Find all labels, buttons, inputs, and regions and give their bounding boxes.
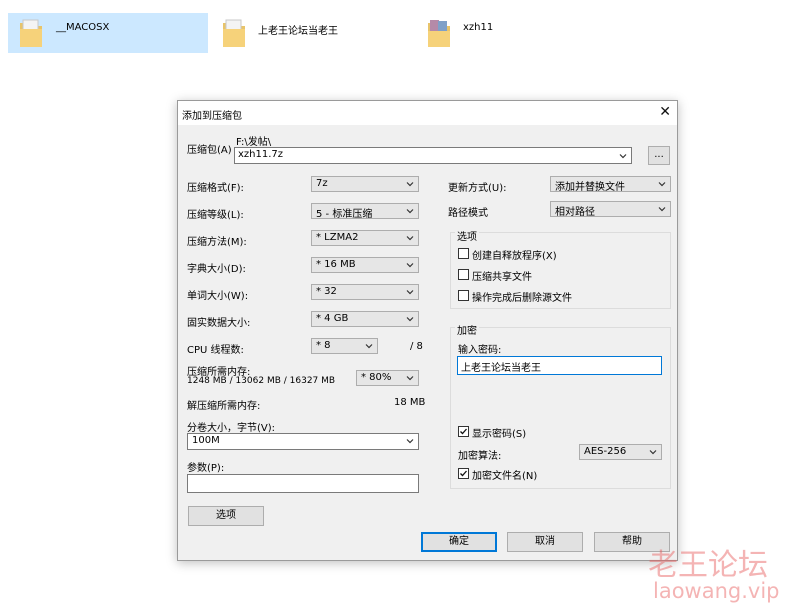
dict-select[interactable]: * 16 MB: [311, 257, 419, 273]
sfx-checkbox[interactable]: [458, 248, 469, 259]
watermark-url: laowang.vip: [653, 579, 780, 603]
chevron-down-icon: [406, 263, 414, 268]
level-label: 压缩等级(L):: [187, 210, 244, 221]
encryption-method-label: 加密算法:: [458, 451, 502, 462]
sfx-label: 创建自释放程序(X): [472, 251, 557, 262]
params-input[interactable]: [187, 474, 419, 493]
volume-combo[interactable]: 100M: [187, 433, 419, 450]
dict-value: * 16 MB: [316, 259, 356, 270]
format-value: 7z: [316, 178, 328, 189]
folder-icon: [223, 19, 245, 47]
cpu-label: CPU 线程数:: [187, 345, 244, 356]
encryption-method-select[interactable]: AES-256: [579, 444, 662, 460]
dialog-titlebar: 添加到压缩包 ✕: [178, 101, 677, 125]
archive-filename-combo[interactable]: xzh11.7z: [234, 147, 632, 164]
folder-with-images-icon: [428, 20, 450, 47]
cancel-button[interactable]: 取消: [507, 532, 583, 552]
volume-value: 100M: [192, 435, 220, 446]
cpu-select[interactable]: * 8: [311, 338, 378, 354]
level-value: 5 - 标准压缩: [316, 209, 373, 220]
method-select[interactable]: * LZMA2: [311, 230, 419, 246]
dict-label: 字典大小(D):: [187, 264, 246, 275]
method-label: 压缩方法(M):: [187, 237, 247, 248]
file-item-xzh11[interactable]: xzh11: [420, 13, 600, 53]
chevron-down-icon: [406, 236, 414, 241]
checkmark-icon: [460, 470, 467, 477]
update-label: 更新方式(U):: [448, 183, 507, 194]
shared-label: 压缩共享文件: [472, 272, 532, 283]
chevron-down-icon: [406, 182, 414, 187]
chevron-down-icon: [406, 376, 414, 381]
dialog-title: 添加到压缩包: [182, 111, 242, 122]
chevron-down-icon: [406, 209, 414, 214]
chevron-down-icon: [658, 182, 666, 187]
method-value: * LZMA2: [316, 232, 359, 243]
word-label: 单词大小(W):: [187, 291, 249, 302]
archive-label: 压缩包(A): [187, 145, 232, 156]
update-value: 添加并替换文件: [555, 182, 625, 193]
file-name: __MACOSX: [56, 22, 110, 33]
checkmark-icon: [460, 428, 467, 435]
chevron-down-icon: [406, 439, 414, 444]
path-mode-value: 相对路径: [555, 207, 595, 218]
word-select[interactable]: * 32: [311, 284, 419, 300]
password-input[interactable]: 上老王论坛当老王: [457, 356, 662, 375]
format-label: 压缩格式(F):: [187, 183, 244, 194]
show-password-label: 显示密码(S): [472, 429, 527, 440]
encryption-method-value: AES-256: [584, 446, 627, 457]
chevron-down-icon: [658, 207, 666, 212]
delete-label: 操作完成后删除源文件: [472, 293, 572, 304]
add-to-archive-dialog: 添加到压缩包 ✕ 压缩包(A) F:\发帖\ xzh11.7z ... 压缩格式…: [177, 100, 678, 561]
chevron-down-icon: [619, 154, 627, 159]
volume-label: 分卷大小，字节(V):: [187, 423, 276, 434]
solid-select[interactable]: * 4 GB: [311, 311, 419, 327]
mem-select[interactable]: * 80%: [356, 370, 419, 386]
encrypt-names-checkbox[interactable]: [458, 468, 469, 479]
browse-button[interactable]: ...: [648, 146, 670, 165]
close-icon[interactable]: ✕: [659, 104, 671, 120]
solid-value: * 4 GB: [316, 313, 349, 324]
archive-filename-value: xzh11.7z: [238, 149, 284, 160]
password-value: 上老王论坛当老王: [461, 363, 541, 374]
word-value: * 32: [316, 286, 337, 297]
cpu-value: * 8: [316, 340, 331, 351]
delete-checkbox[interactable]: [458, 290, 469, 301]
chevron-down-icon: [406, 290, 414, 295]
mem-detail: 1248 MB / 13062 MB / 16327 MB: [187, 376, 336, 386]
options-group-title: 选项: [455, 228, 479, 243]
encryption-group-title: 加密: [455, 322, 479, 337]
chevron-down-icon: [649, 450, 657, 455]
solid-label: 固实数据大小:: [187, 318, 251, 329]
watermark-text: 老王论坛: [648, 548, 768, 583]
decomp-value: 18 MB: [394, 397, 426, 408]
file-name: xzh11: [463, 22, 494, 33]
mem-value: * 80%: [361, 372, 392, 383]
params-label: 参数(P):: [187, 463, 225, 474]
update-select[interactable]: 添加并替换文件: [550, 176, 671, 193]
options-button[interactable]: 选项: [188, 506, 264, 526]
path-mode-select[interactable]: 相对路径: [550, 201, 671, 218]
ok-button[interactable]: 确定: [421, 532, 497, 552]
password-label: 输入密码:: [458, 345, 502, 356]
file-item-laowang[interactable]: 上老王论坛当老王: [215, 13, 405, 53]
chevron-down-icon: [365, 344, 373, 349]
file-item-macosx[interactable]: __MACOSX: [8, 13, 208, 53]
level-select[interactable]: 5 - 标准压缩: [311, 203, 419, 220]
shared-checkbox[interactable]: [458, 269, 469, 280]
file-name: 上老王论坛当老王: [258, 26, 338, 37]
decomp-label: 解压缩所需内存:: [187, 401, 261, 412]
cpu-total: / 8: [410, 341, 423, 352]
encrypt-names-label: 加密文件名(N): [472, 471, 538, 482]
show-password-checkbox[interactable]: [458, 426, 469, 437]
path-mode-label: 路径模式: [448, 208, 488, 219]
chevron-down-icon: [406, 317, 414, 322]
format-select[interactable]: 7z: [311, 176, 419, 192]
archive-path: F:\发帖\: [236, 137, 272, 148]
folder-icon: [20, 19, 42, 47]
